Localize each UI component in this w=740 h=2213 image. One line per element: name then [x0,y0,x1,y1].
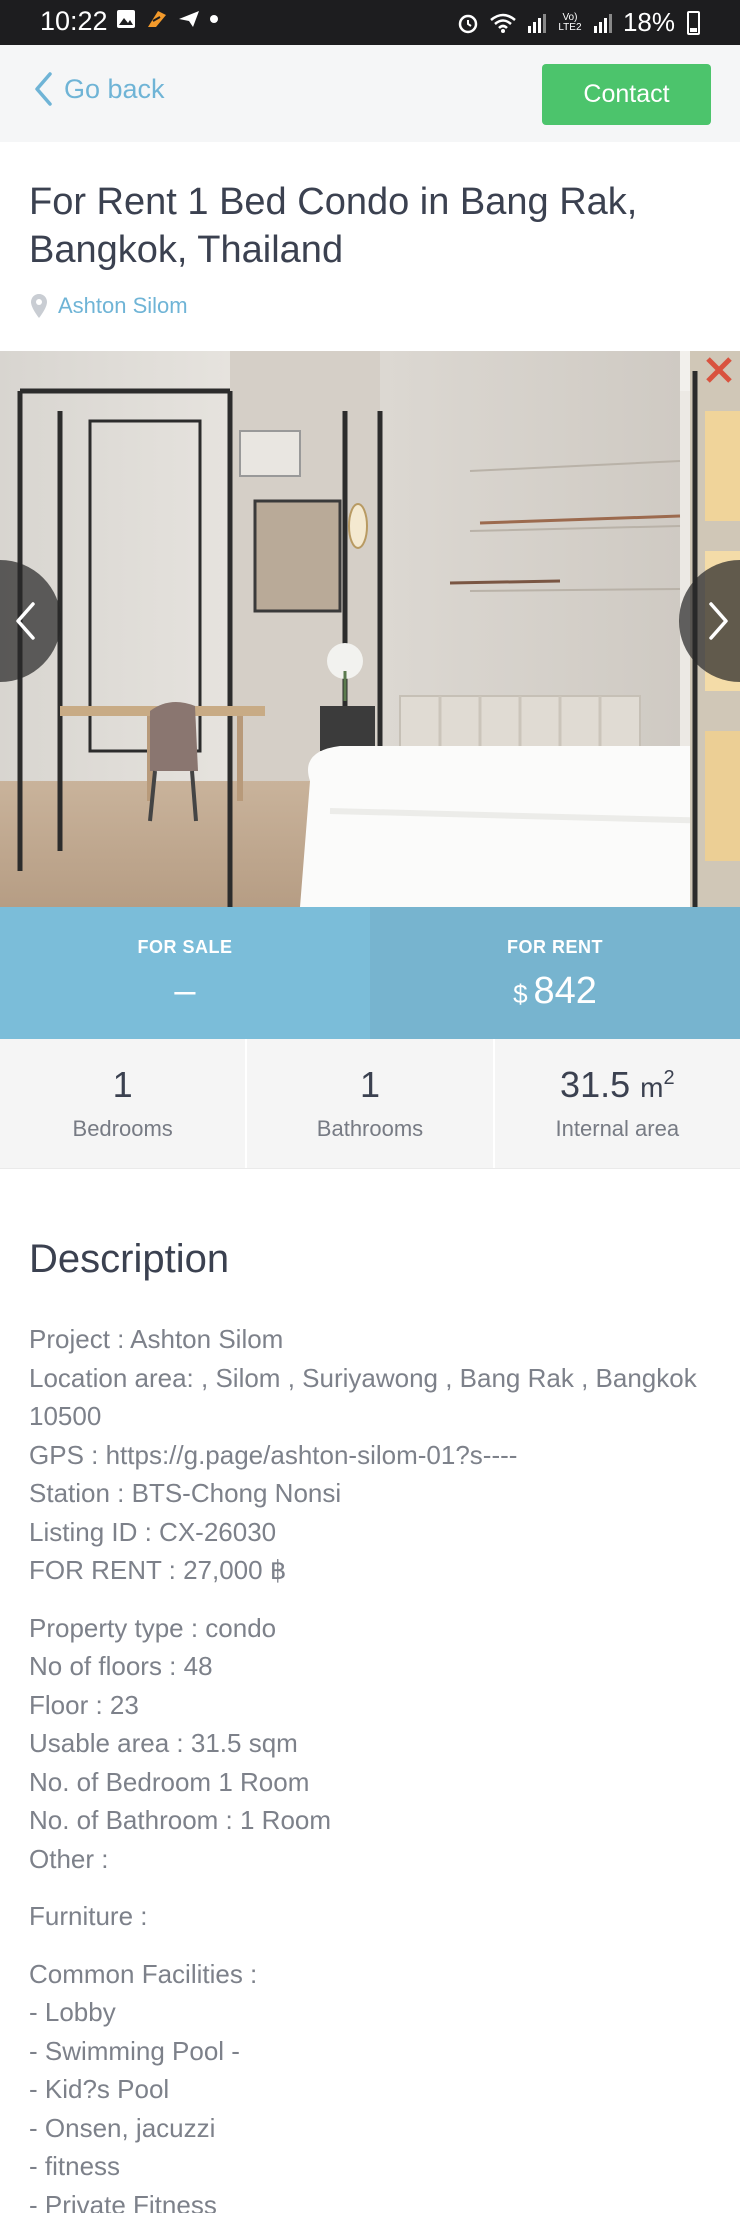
chevron-left-icon [35,72,52,106]
description-paragraph: Project : Ashton Silom Location area: , S… [29,1320,719,1590]
description-line: - Lobby [29,1997,116,2027]
status-notifications [116,9,218,29]
area-unit: m [640,1072,664,1103]
description-line: Property type : condo [29,1612,277,1643]
area-unit-exponent: 2 [663,1067,675,1089]
description-line: - Kid?s Pool [29,2074,170,2104]
description-line: - Swimming Pool - [29,2035,240,2066]
dot-icon [210,15,218,23]
description-line: - fitness [29,2151,121,2181]
listing-location[interactable]: Ashton Silom [30,293,188,319]
network-label: Vo) LTE2 [558,11,582,33]
for-sale-label: FOR SALE [137,937,233,957]
notification-icon [148,11,166,27]
description-line: Station : BTS-Chong Nonsi [29,1478,342,1508]
description-line: Common Facilities : [29,1958,258,1989]
for-rent-cell: FOR RENT $842 [370,907,740,1039]
bathrooms-value: 1 [359,1064,380,1105]
signal-icon [527,13,546,33]
description-line: No. of Bathroom : 1 Room [29,1805,332,1835]
currency-symbol: $ [513,979,528,1009]
description-line: GPS : https://g.page/ashton-silom-01?s--… [29,1439,518,1470]
go-back-label: Go back [64,73,165,104]
for-sale-cell: FOR SALE – [0,907,370,1039]
area-value: 31.5 [560,1064,631,1105]
description-line: Usable area : 31.5 sqm [29,1728,298,1758]
description-line: Location area: , Silom , Suriyawong , Ba… [29,1362,697,1432]
map-pin-icon [31,294,47,318]
listing-title: For Rent 1 Bed Condo in Bang Rak, Bangko… [29,181,638,271]
description-line: - Private Fitness [29,2189,217,2213]
description-paragraph: Property type : condo No of floors : 48 Fl… [29,1609,719,1879]
battery-level: 18% [622,7,675,37]
top-nav-bar: Go back Contact [0,45,740,142]
location-label: Ashton Silom [58,293,188,318]
alarm-icon [458,14,478,33]
signal-icon-2 [593,13,612,33]
battery-icon [687,10,700,35]
description-line: No. of Bedroom 1 Room [29,1766,310,1797]
bedrooms-value: 1 [112,1064,133,1105]
description-paragraph: Common Facilities : - Lobby - Swimming Poo… [29,1955,719,2213]
for-rent-price: $842 [370,970,740,1013]
description-paragraph: Furniture : [29,1897,719,1936]
bedrooms-label: Bedrooms [72,1116,173,1141]
stat-bedrooms: 1 Bedrooms [0,1039,248,1168]
for-sale-value: – [174,970,196,1012]
gallery-icon [117,10,135,28]
description-line: Furniture : [29,1901,148,1931]
price-band: FOR SALE – FOR RENT $842 [0,907,740,1039]
description-body: Project : Ashton Silom Location area: , S… [29,1320,719,2213]
description-heading: Description [29,1237,230,1281]
area-value-row: 31.5 m2 [495,1064,740,1106]
for-rent-value: 842 [533,970,597,1012]
chevron-left-icon [16,602,35,640]
stat-bathrooms: 1 Bathrooms [247,1039,495,1168]
bathrooms-label: Bathrooms [316,1116,424,1141]
wifi-icon [490,13,516,33]
send-icon [179,11,199,27]
bedroom-photo [0,351,740,907]
status-system: Vo) LTE2 18% [457,7,700,38]
go-back-link[interactable]: Go back [32,71,165,107]
property-stats: 1 Bedrooms 1 Bathrooms 31.5 m2 Internal … [0,1039,740,1169]
description-line: - Onsen, jacuzzi [29,2112,216,2143]
status-bar: 10:22 Vo) LTE2 18% [0,0,740,45]
description-line: Project : Ashton Silom [29,1324,284,1354]
chevron-right-icon [709,602,728,640]
description-line: Other : [29,1843,109,1874]
description-line: No of floors : 48 [29,1651,213,1681]
status-time: 10:22 [40,6,108,36]
listing-photo-carousel[interactable] [0,351,740,907]
description-line: FOR RENT : 27,000 ฿ [29,1555,287,1585]
for-rent-label: FOR RENT [507,937,603,957]
description-line: Floor : 23 [29,1689,139,1720]
stat-area: 31.5 m2 Internal area [495,1039,740,1168]
area-label: Internal area [555,1116,680,1141]
contact-button[interactable]: Contact [542,64,711,125]
description-line: Listing ID : CX-26030 [29,1516,277,1547]
